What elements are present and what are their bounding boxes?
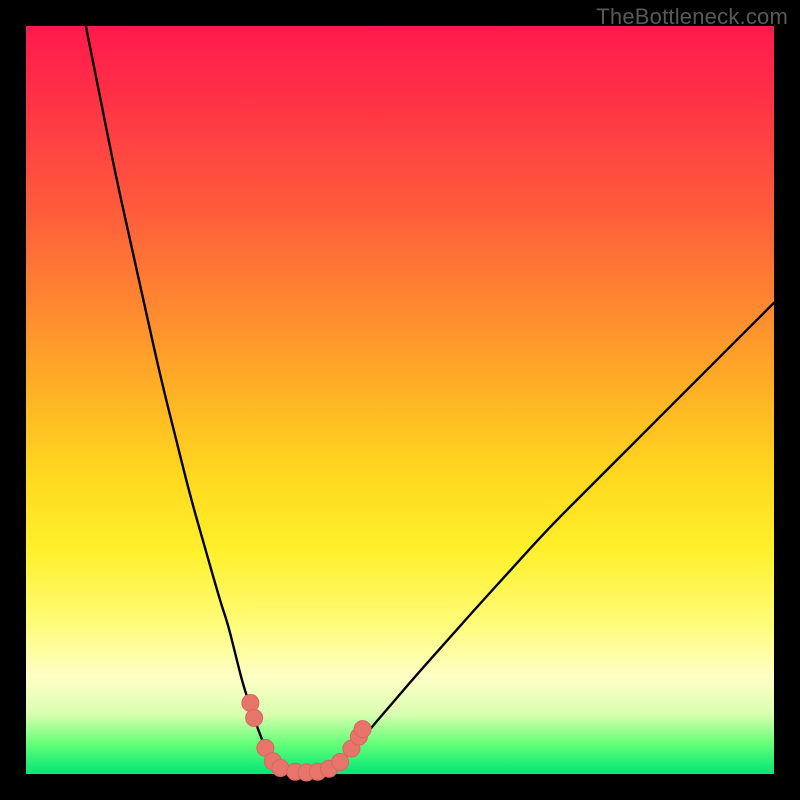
watermark-text: TheBottleneck.com xyxy=(596,4,788,30)
curve-path xyxy=(86,26,774,774)
bottleneck-curve xyxy=(26,26,774,774)
data-marker xyxy=(246,709,263,726)
curve-path-group xyxy=(86,26,774,774)
chart-frame: TheBottleneck.com xyxy=(0,0,800,800)
data-marker xyxy=(242,694,259,711)
data-marker xyxy=(272,760,289,777)
data-marker xyxy=(332,754,349,771)
plot-area xyxy=(26,26,774,774)
data-marker xyxy=(354,721,371,738)
